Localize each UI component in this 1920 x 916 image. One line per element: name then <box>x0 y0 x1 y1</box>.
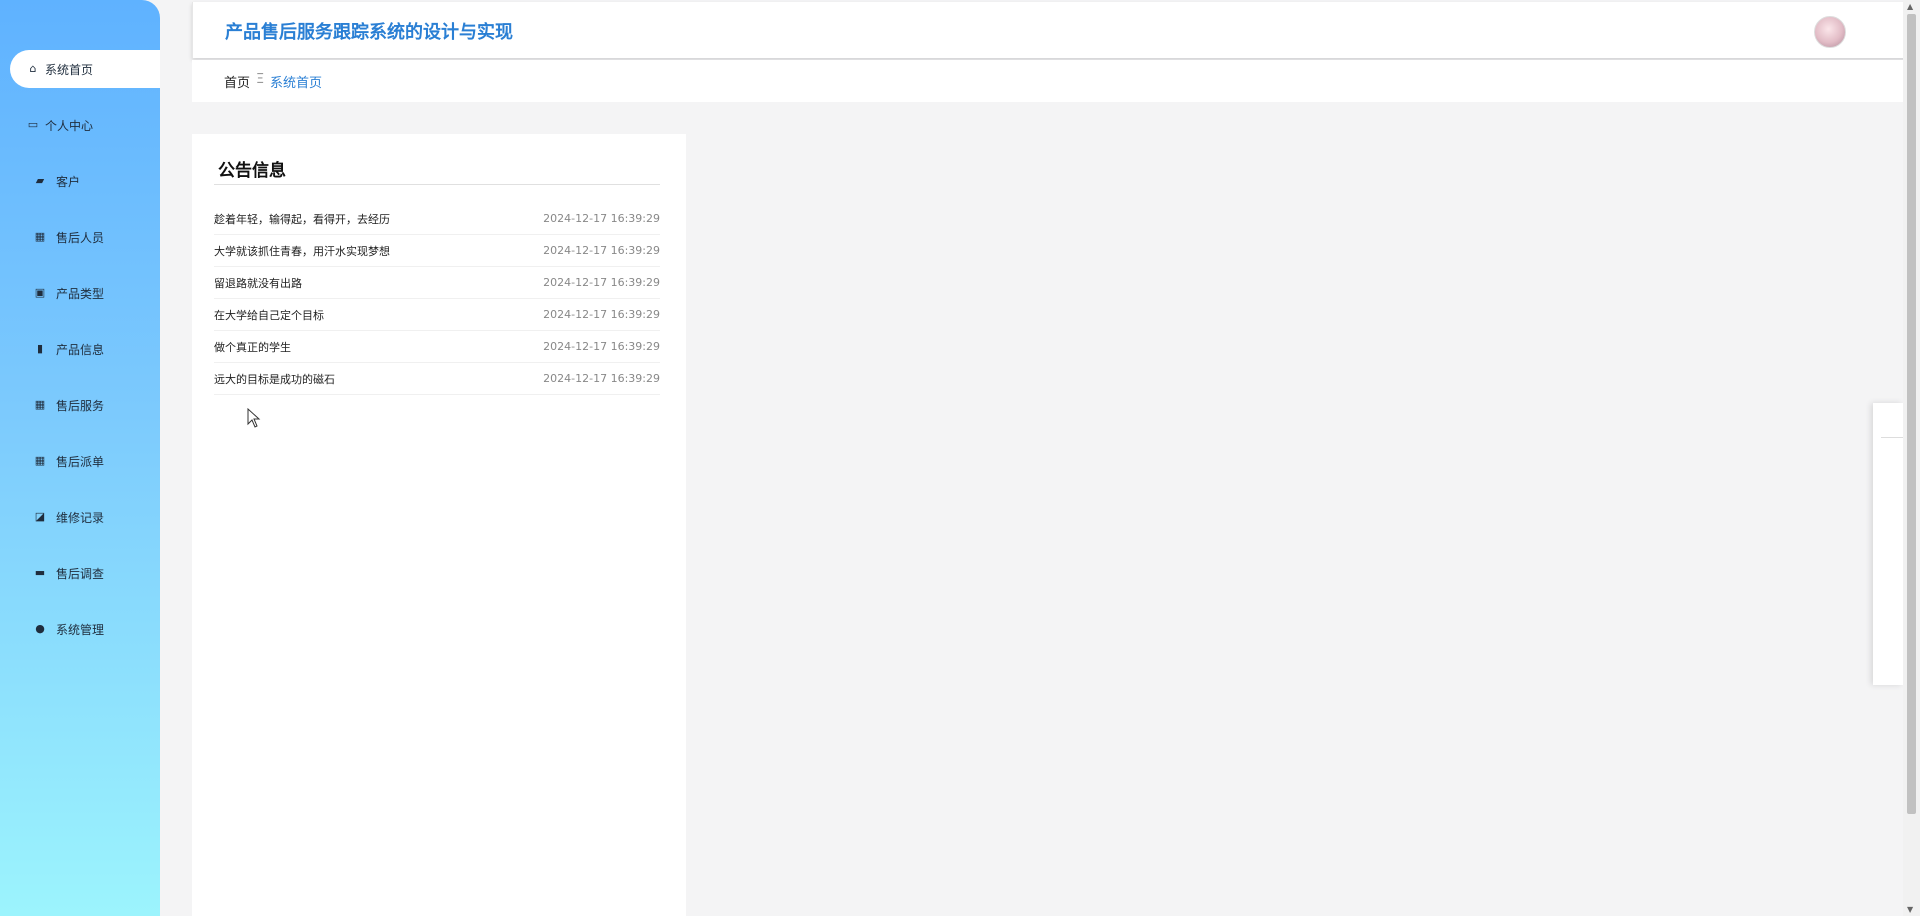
sidebar-item-label: 售后人员 <box>56 230 105 245</box>
breadcrumb: 首页 Ξ 系统首页 <box>192 60 1910 102</box>
sidebar-item-profile[interactable]: ▭ 个人中心 <box>0 106 160 144</box>
scroll-up-icon[interactable]: ▲ <box>1907 2 1913 11</box>
sidebar-item-product-type[interactable]: ▣ 产品类型 <box>0 274 160 312</box>
list-item[interactable]: 趁着年轻，输得起，看得开，去经历 2024-12-17 16:39:29 <box>214 203 660 235</box>
user-icon: ● <box>35 622 45 635</box>
sidebar-item-label: 个人中心 <box>45 118 94 133</box>
notice-text: 做个真正的学生 <box>214 340 291 354</box>
top-header: 产品售后服务跟踪系统的设计与实现 <box>192 2 1910 58</box>
list-item[interactable]: 在大学给自己定个目标 2024-12-17 16:39:29 <box>214 299 660 331</box>
sidebar-item-product-info[interactable]: ▮ 产品信息 <box>0 330 160 368</box>
monitor-icon: ▬ <box>34 566 46 579</box>
avatar[interactable] <box>1814 16 1846 48</box>
sidebar-item-label: 维修记录 <box>56 510 105 525</box>
list-item[interactable]: 大学就该抓住青春，用汗水实现梦想 2024-12-17 16:39:29 <box>214 235 660 267</box>
notice-time: 2024-12-17 16:39:29 <box>543 308 660 321</box>
sidebar: ⌂ 系统首页 ▭ 个人中心 ▰ 客户 ▦ 售后人员 ▣ 产品类型 ▮ 产品信息 … <box>0 0 160 916</box>
chart-icon: ▮ <box>36 342 44 355</box>
notice-time: 2024-12-17 16:39:29 <box>543 276 660 289</box>
list-item[interactable]: 远大的目标是成功的磁石 2024-12-17 16:39:29 <box>214 363 660 395</box>
home-icon: ⌂ <box>29 62 37 75</box>
divider <box>1881 437 1903 438</box>
notice-time: 2024-12-17 16:39:29 <box>543 212 660 225</box>
sidebar-item-label: 售后调查 <box>56 566 105 581</box>
sidebar-item-label: 系统管理 <box>56 622 105 637</box>
sidebar-item-system-admin[interactable]: ● 系统管理 <box>0 610 160 648</box>
sidebar-item-survey[interactable]: ▬ 售后调查 <box>0 554 160 592</box>
scroll-down-icon[interactable]: ▼ <box>1907 905 1913 914</box>
notice-title: 公告信息 <box>218 161 286 181</box>
mouse-cursor-icon <box>247 408 261 428</box>
list-item[interactable]: 做个真正的学生 2024-12-17 16:39:29 <box>214 331 660 363</box>
sidebar-item-customer[interactable]: ▰ 客户 <box>0 162 160 200</box>
notice-text: 远大的目标是成功的磁石 <box>214 372 335 386</box>
grid-icon: ▦ <box>34 454 46 467</box>
sidebar-item-label: 客户 <box>56 174 81 189</box>
scrollbar-thumb[interactable] <box>1907 14 1916 814</box>
sidebar-menu: ⌂ 系统首页 ▭ 个人中心 ▰ 客户 ▦ 售后人员 ▣ 产品类型 ▮ 产品信息 … <box>0 50 160 666</box>
breadcrumb-current: 系统首页 <box>270 76 323 91</box>
list-item[interactable]: 留退路就没有出路 2024-12-17 16:39:29 <box>214 267 660 299</box>
notice-text: 大学就该抓住青春，用汗水实现梦想 <box>214 244 390 258</box>
sidebar-item-label: 售后派单 <box>56 454 105 469</box>
notice-time: 2024-12-17 16:39:29 <box>543 244 660 257</box>
divider <box>214 184 660 185</box>
notice-list: 趁着年轻，输得起，看得开，去经历 2024-12-17 16:39:29 大学就… <box>214 203 660 395</box>
notice-text: 在大学给自己定个目标 <box>214 308 324 322</box>
trend-icon: ◪ <box>34 510 46 523</box>
breadcrumb-separator: Ξ <box>256 72 265 87</box>
sidebar-item-home[interactable]: ⌂ 系统首页 <box>10 50 160 88</box>
sidebar-item-repair-records[interactable]: ◪ 维修记录 <box>0 498 160 536</box>
notice-text: 留退路就没有出路 <box>214 276 302 290</box>
side-drawer-edge[interactable] <box>1873 403 1903 685</box>
page-scrollbar[interactable]: ▲ ▼ <box>1903 0 1920 916</box>
notice-panel: 公告信息 趁着年轻，输得起，看得开，去经历 2024-12-17 16:39:2… <box>192 134 686 916</box>
clipboard-icon: ▣ <box>34 286 46 299</box>
sidebar-item-dispatch[interactable]: ▦ 售后派单 <box>0 442 160 480</box>
sidebar-item-label: 系统首页 <box>45 62 94 77</box>
notice-time: 2024-12-17 16:39:29 <box>543 372 660 385</box>
app-title: 产品售后服务跟踪系统的设计与实现 <box>225 22 513 43</box>
wallet-icon: ▰ <box>35 174 45 187</box>
id-card-icon: ▭ <box>27 118 39 131</box>
notice-time: 2024-12-17 16:39:29 <box>543 340 660 353</box>
sidebar-item-aftersales-service[interactable]: ▦ 售后服务 <box>0 386 160 424</box>
sidebar-item-label: 售后服务 <box>56 398 105 413</box>
breadcrumb-home[interactable]: 首页 <box>224 72 250 91</box>
notice-text: 趁着年轻，输得起，看得开，去经历 <box>214 212 390 226</box>
grid-icon: ▦ <box>34 398 46 411</box>
sidebar-item-label: 产品类型 <box>56 286 105 301</box>
grid-icon: ▦ <box>34 230 46 243</box>
sidebar-item-aftersales-staff[interactable]: ▦ 售后人员 <box>0 218 160 256</box>
sidebar-item-label: 产品信息 <box>56 342 105 357</box>
